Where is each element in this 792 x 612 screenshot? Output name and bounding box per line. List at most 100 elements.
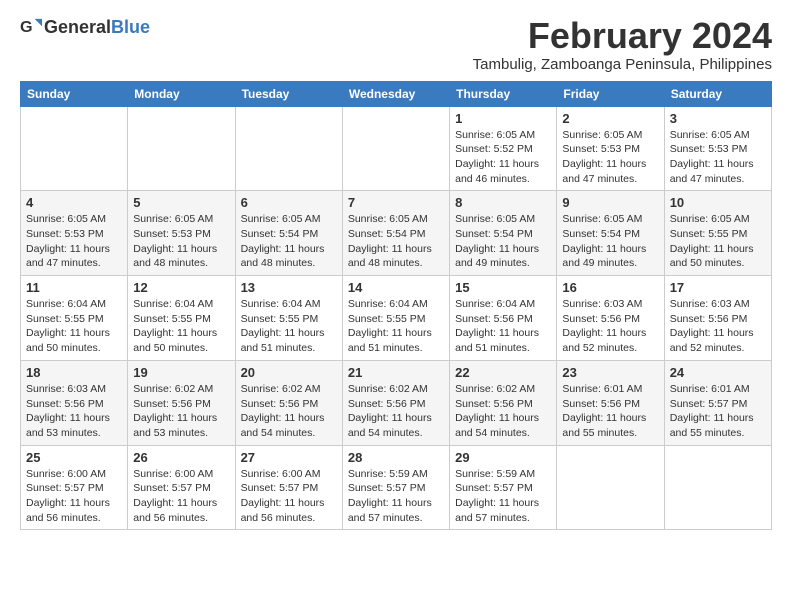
calendar-cell: 5 Sunrise: 6:05 AM Sunset: 5:53 PM Daylig… <box>128 191 235 276</box>
day-number: 27 <box>241 450 337 465</box>
calendar-cell: 14Sunrise: 6:04 AM Sunset: 5:55 PM Dayli… <box>342 276 449 361</box>
day-number: 19 <box>133 365 229 380</box>
calendar-cell: 8Sunrise: 6:05 AM Sunset: 5:54 PM Daylig… <box>450 191 557 276</box>
logo-icon: G <box>20 16 42 38</box>
day-info: Sunrise: 6:05 AM Sunset: 5:54 PM Dayligh… <box>562 212 658 271</box>
day-number: 5 <box>133 195 229 210</box>
page-header: G GeneralBlue February 2024 Tambulig, Za… <box>20 16 772 73</box>
calendar-cell: 27 Sunrise: 6:00 AM Sunset: 5:57 PM Dayli… <box>235 445 342 530</box>
calendar-cell: 24 Sunrise: 6:01 AM Sunset: 5:57 PM Dayli… <box>664 360 771 445</box>
day-info: Sunrise: 6:04 AM Sunset: 5:55 PM Dayligh… <box>26 297 122 356</box>
day-number: 25 <box>26 450 122 465</box>
location-subtitle: Tambulig, Zamboanga Peninsula, Philippin… <box>473 56 772 73</box>
day-info: Sunrise: 6:05 AM Sunset: 5:53 PM Dayligh… <box>26 212 122 271</box>
calendar-cell: 18Sunrise: 6:03 AM Sunset: 5:56 PM Dayli… <box>21 360 128 445</box>
calendar-cell: 23 Sunrise: 6:01 AM Sunset: 5:56 PM Dayli… <box>557 360 664 445</box>
day-info: Sunrise: 5:59 AM Sunset: 5:57 PM Dayligh… <box>348 467 444 526</box>
day-number: 23 <box>562 365 658 380</box>
day-number: 1 <box>455 111 551 126</box>
day-info: Sunrise: 6:03 AM Sunset: 5:56 PM Dayligh… <box>26 382 122 441</box>
calendar-week-row: 4 Sunrise: 6:05 AM Sunset: 5:53 PM Daylig… <box>21 191 772 276</box>
day-number: 26 <box>133 450 229 465</box>
calendar-cell: 20 Sunrise: 6:02 AM Sunset: 5:56 PM Dayli… <box>235 360 342 445</box>
day-number: 17 <box>670 280 766 295</box>
day-info: Sunrise: 6:04 AM Sunset: 5:55 PM Dayligh… <box>348 297 444 356</box>
weekday-header-friday: Friday <box>557 81 664 106</box>
day-info: Sunrise: 6:03 AM Sunset: 5:56 PM Dayligh… <box>670 297 766 356</box>
calendar-cell <box>128 106 235 191</box>
calendar-cell: 10 Sunrise: 6:05 AM Sunset: 5:55 PM Dayli… <box>664 191 771 276</box>
day-number: 10 <box>670 195 766 210</box>
day-info: Sunrise: 6:02 AM Sunset: 5:56 PM Dayligh… <box>241 382 337 441</box>
calendar-cell: 11 Sunrise: 6:04 AM Sunset: 5:55 PM Dayli… <box>21 276 128 361</box>
calendar-table: SundayMondayTuesdayWednesdayThursdayFrid… <box>20 81 772 531</box>
day-number: 12 <box>133 280 229 295</box>
calendar-week-row: 25 Sunrise: 6:00 AM Sunset: 5:57 PM Dayli… <box>21 445 772 530</box>
calendar-week-row: 1 Sunrise: 6:05 AM Sunset: 5:52 PM Daylig… <box>21 106 772 191</box>
day-number: 15 <box>455 280 551 295</box>
day-number: 7 <box>348 195 444 210</box>
weekday-header-tuesday: Tuesday <box>235 81 342 106</box>
day-info: Sunrise: 6:05 AM Sunset: 5:53 PM Dayligh… <box>562 128 658 187</box>
day-number: 11 <box>26 280 122 295</box>
day-info: Sunrise: 6:05 AM Sunset: 5:53 PM Dayligh… <box>133 212 229 271</box>
day-info: Sunrise: 6:05 AM Sunset: 5:54 PM Dayligh… <box>455 212 551 271</box>
weekday-header-sunday: Sunday <box>21 81 128 106</box>
title-area: February 2024 Tambulig, Zamboanga Penins… <box>473 16 772 73</box>
day-info: Sunrise: 6:05 AM Sunset: 5:53 PM Dayligh… <box>670 128 766 187</box>
day-number: 3 <box>670 111 766 126</box>
calendar-cell: 9 Sunrise: 6:05 AM Sunset: 5:54 PM Daylig… <box>557 191 664 276</box>
calendar-cell: 1 Sunrise: 6:05 AM Sunset: 5:52 PM Daylig… <box>450 106 557 191</box>
calendar-cell <box>342 106 449 191</box>
day-number: 4 <box>26 195 122 210</box>
calendar-cell: 7 Sunrise: 6:05 AM Sunset: 5:54 PM Daylig… <box>342 191 449 276</box>
day-info: Sunrise: 6:05 AM Sunset: 5:54 PM Dayligh… <box>348 212 444 271</box>
day-number: 22 <box>455 365 551 380</box>
day-info: Sunrise: 6:04 AM Sunset: 5:55 PM Dayligh… <box>241 297 337 356</box>
day-number: 29 <box>455 450 551 465</box>
weekday-header-saturday: Saturday <box>664 81 771 106</box>
day-info: Sunrise: 6:03 AM Sunset: 5:56 PM Dayligh… <box>562 297 658 356</box>
calendar-cell: 21Sunrise: 6:02 AM Sunset: 5:56 PM Dayli… <box>342 360 449 445</box>
day-number: 13 <box>241 280 337 295</box>
calendar-cell: 15 Sunrise: 6:04 AM Sunset: 5:56 PM Dayli… <box>450 276 557 361</box>
day-info: Sunrise: 6:00 AM Sunset: 5:57 PM Dayligh… <box>241 467 337 526</box>
calendar-cell: 28 Sunrise: 5:59 AM Sunset: 5:57 PM Dayli… <box>342 445 449 530</box>
calendar-cell <box>557 445 664 530</box>
month-year-title: February 2024 <box>473 16 772 56</box>
day-number: 24 <box>670 365 766 380</box>
day-info: Sunrise: 6:02 AM Sunset: 5:56 PM Dayligh… <box>133 382 229 441</box>
day-number: 6 <box>241 195 337 210</box>
day-info: Sunrise: 6:05 AM Sunset: 5:55 PM Dayligh… <box>670 212 766 271</box>
calendar-cell: 2Sunrise: 6:05 AM Sunset: 5:53 PM Daylig… <box>557 106 664 191</box>
logo: G GeneralBlue <box>20 16 150 38</box>
calendar-cell: 6 Sunrise: 6:05 AM Sunset: 5:54 PM Daylig… <box>235 191 342 276</box>
day-info: Sunrise: 6:00 AM Sunset: 5:57 PM Dayligh… <box>133 467 229 526</box>
calendar-cell <box>235 106 342 191</box>
day-info: Sunrise: 5:59 AM Sunset: 5:57 PM Dayligh… <box>455 467 551 526</box>
calendar-cell: 29 Sunrise: 5:59 AM Sunset: 5:57 PM Dayli… <box>450 445 557 530</box>
day-info: Sunrise: 6:04 AM Sunset: 5:55 PM Dayligh… <box>133 297 229 356</box>
day-info: Sunrise: 6:00 AM Sunset: 5:57 PM Dayligh… <box>26 467 122 526</box>
calendar-cell: 26 Sunrise: 6:00 AM Sunset: 5:57 PM Dayli… <box>128 445 235 530</box>
day-info: Sunrise: 6:01 AM Sunset: 5:56 PM Dayligh… <box>562 382 658 441</box>
weekday-header-wednesday: Wednesday <box>342 81 449 106</box>
day-number: 9 <box>562 195 658 210</box>
day-number: 28 <box>348 450 444 465</box>
day-number: 16 <box>562 280 658 295</box>
day-info: Sunrise: 6:01 AM Sunset: 5:57 PM Dayligh… <box>670 382 766 441</box>
calendar-week-row: 18Sunrise: 6:03 AM Sunset: 5:56 PM Dayli… <box>21 360 772 445</box>
day-info: Sunrise: 6:05 AM Sunset: 5:54 PM Dayligh… <box>241 212 337 271</box>
calendar-week-row: 11 Sunrise: 6:04 AM Sunset: 5:55 PM Dayli… <box>21 276 772 361</box>
day-info: Sunrise: 6:05 AM Sunset: 5:52 PM Dayligh… <box>455 128 551 187</box>
calendar-cell: 17 Sunrise: 6:03 AM Sunset: 5:56 PM Dayli… <box>664 276 771 361</box>
calendar-cell: 12 Sunrise: 6:04 AM Sunset: 5:55 PM Dayli… <box>128 276 235 361</box>
calendar-cell: 25 Sunrise: 6:00 AM Sunset: 5:57 PM Dayli… <box>21 445 128 530</box>
logo-general-text: General <box>44 17 111 37</box>
calendar-cell: 4 Sunrise: 6:05 AM Sunset: 5:53 PM Daylig… <box>21 191 128 276</box>
calendar-cell: 3 Sunrise: 6:05 AM Sunset: 5:53 PM Daylig… <box>664 106 771 191</box>
calendar-cell: 16 Sunrise: 6:03 AM Sunset: 5:56 PM Dayli… <box>557 276 664 361</box>
day-info: Sunrise: 6:04 AM Sunset: 5:56 PM Dayligh… <box>455 297 551 356</box>
weekday-header-row: SundayMondayTuesdayWednesdayThursdayFrid… <box>21 81 772 106</box>
day-number: 20 <box>241 365 337 380</box>
